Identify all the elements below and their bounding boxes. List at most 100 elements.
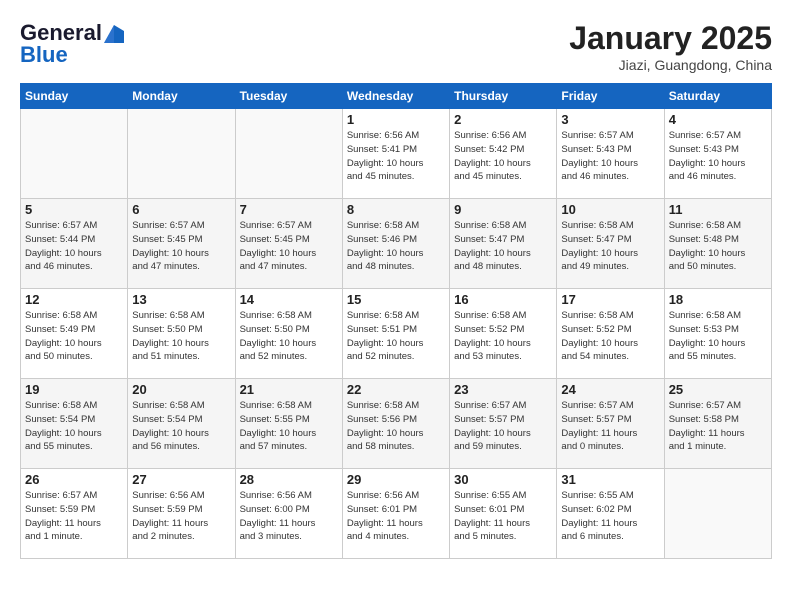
- day-info: Sunrise: 6:57 AM Sunset: 5:45 PM Dayligh…: [132, 219, 230, 274]
- day-number: 26: [25, 472, 123, 487]
- day-info: Sunrise: 6:56 AM Sunset: 5:59 PM Dayligh…: [132, 489, 230, 544]
- calendar-week-row: 19 Sunrise: 6:58 AM Sunset: 5:54 PM Dayli…: [21, 379, 772, 469]
- calendar-cell: 28Sunrise: 6:56 AM Sunset: 6:00 PM Dayli…: [235, 469, 342, 559]
- day-info: Sunrise: 6:56 AM Sunset: 5:41 PM Dayligh…: [347, 129, 445, 184]
- day-number: 4: [669, 112, 767, 127]
- day-number: 11: [669, 202, 767, 217]
- day-number: 25: [669, 382, 767, 397]
- calendar-cell: 17 Sunrise: 6:58 AM Sunset: 5:52 PM Dayli…: [557, 289, 664, 379]
- day-number: 12: [25, 292, 123, 307]
- day-info: Sunrise: 6:58 AM Sunset: 5:47 PM Dayligh…: [454, 219, 552, 274]
- day-info: Sunrise: 6:56 AM Sunset: 5:42 PM Dayligh…: [454, 129, 552, 184]
- day-number: 28: [240, 472, 338, 487]
- month-title: January 2025: [569, 20, 772, 57]
- day-number: 7: [240, 202, 338, 217]
- day-info: Sunrise: 6:55 AM Sunset: 6:02 PM Dayligh…: [561, 489, 659, 544]
- calendar-cell: 20 Sunrise: 6:58 AM Sunset: 5:54 PM Dayli…: [128, 379, 235, 469]
- day-info: Sunrise: 6:58 AM Sunset: 5:51 PM Dayligh…: [347, 309, 445, 364]
- day-info: Sunrise: 6:58 AM Sunset: 5:52 PM Dayligh…: [454, 309, 552, 364]
- day-number: 20: [132, 382, 230, 397]
- header-saturday: Saturday: [664, 84, 771, 109]
- day-info: Sunrise: 6:58 AM Sunset: 5:49 PM Dayligh…: [25, 309, 123, 364]
- day-number: 6: [132, 202, 230, 217]
- calendar-table: SundayMondayTuesdayWednesdayThursdayFrid…: [20, 83, 772, 559]
- calendar-cell: 14 Sunrise: 6:58 AM Sunset: 5:50 PM Dayli…: [235, 289, 342, 379]
- calendar-cell: [235, 109, 342, 199]
- day-number: 8: [347, 202, 445, 217]
- calendar-cell: 13Sunrise: 6:58 AM Sunset: 5:50 PM Dayli…: [128, 289, 235, 379]
- calendar-cell: 22 Sunrise: 6:58 AM Sunset: 5:56 PM Dayli…: [342, 379, 449, 469]
- calendar-cell: 26 Sunrise: 6:57 AM Sunset: 5:59 PM Dayli…: [21, 469, 128, 559]
- day-number: 19: [25, 382, 123, 397]
- calendar-week-row: 12 Sunrise: 6:58 AM Sunset: 5:49 PM Dayli…: [21, 289, 772, 379]
- day-info: Sunrise: 6:58 AM Sunset: 5:46 PM Dayligh…: [347, 219, 445, 274]
- day-info: Sunrise: 6:58 AM Sunset: 5:50 PM Dayligh…: [132, 309, 230, 364]
- calendar-cell: [21, 109, 128, 199]
- day-info: Sunrise: 6:57 AM Sunset: 5:43 PM Dayligh…: [669, 129, 767, 184]
- calendar-cell: 15 Sunrise: 6:58 AM Sunset: 5:51 PM Dayli…: [342, 289, 449, 379]
- logo-blue-text: Blue: [20, 42, 68, 68]
- day-info: Sunrise: 6:57 AM Sunset: 5:57 PM Dayligh…: [454, 399, 552, 454]
- calendar-header-row: SundayMondayTuesdayWednesdayThursdayFrid…: [21, 84, 772, 109]
- day-number: 15: [347, 292, 445, 307]
- calendar-cell: 27 Sunrise: 6:56 AM Sunset: 5:59 PM Dayli…: [128, 469, 235, 559]
- header-monday: Monday: [128, 84, 235, 109]
- day-info: Sunrise: 6:58 AM Sunset: 5:56 PM Dayligh…: [347, 399, 445, 454]
- logo-icon: [104, 25, 124, 43]
- day-number: 27: [132, 472, 230, 487]
- calendar-cell: 3Sunrise: 6:57 AM Sunset: 5:43 PM Daylig…: [557, 109, 664, 199]
- header-thursday: Thursday: [450, 84, 557, 109]
- day-info: Sunrise: 6:57 AM Sunset: 5:45 PM Dayligh…: [240, 219, 338, 274]
- calendar-cell: [664, 469, 771, 559]
- day-number: 22: [347, 382, 445, 397]
- day-number: 5: [25, 202, 123, 217]
- day-number: 31: [561, 472, 659, 487]
- calendar-cell: 1 Sunrise: 6:56 AM Sunset: 5:41 PM Daylig…: [342, 109, 449, 199]
- calendar-cell: 8 Sunrise: 6:58 AM Sunset: 5:46 PM Daylig…: [342, 199, 449, 289]
- day-info: Sunrise: 6:58 AM Sunset: 5:54 PM Dayligh…: [132, 399, 230, 454]
- day-info: Sunrise: 6:58 AM Sunset: 5:54 PM Dayligh…: [25, 399, 123, 454]
- day-info: Sunrise: 6:58 AM Sunset: 5:48 PM Dayligh…: [669, 219, 767, 274]
- calendar-cell: 5 Sunrise: 6:57 AM Sunset: 5:44 PM Daylig…: [21, 199, 128, 289]
- day-info: Sunrise: 6:56 AM Sunset: 6:01 PM Dayligh…: [347, 489, 445, 544]
- day-info: Sunrise: 6:57 AM Sunset: 5:44 PM Dayligh…: [25, 219, 123, 274]
- location-subtitle: Jiazi, Guangdong, China: [569, 57, 772, 73]
- calendar-cell: 18 Sunrise: 6:58 AM Sunset: 5:53 PM Dayli…: [664, 289, 771, 379]
- day-number: 17: [561, 292, 659, 307]
- page-header: General Blue January 2025 Jiazi, Guangdo…: [20, 20, 772, 73]
- day-number: 14: [240, 292, 338, 307]
- day-number: 23: [454, 382, 552, 397]
- day-info: Sunrise: 6:58 AM Sunset: 5:52 PM Dayligh…: [561, 309, 659, 364]
- calendar-cell: 2Sunrise: 6:56 AM Sunset: 5:42 PM Daylig…: [450, 109, 557, 199]
- calendar-cell: 9 Sunrise: 6:58 AM Sunset: 5:47 PM Daylig…: [450, 199, 557, 289]
- logo: General Blue: [20, 20, 124, 68]
- calendar-cell: 12 Sunrise: 6:58 AM Sunset: 5:49 PM Dayli…: [21, 289, 128, 379]
- calendar-cell: 19 Sunrise: 6:58 AM Sunset: 5:54 PM Dayli…: [21, 379, 128, 469]
- day-info: Sunrise: 6:58 AM Sunset: 5:53 PM Dayligh…: [669, 309, 767, 364]
- day-info: Sunrise: 6:57 AM Sunset: 5:59 PM Dayligh…: [25, 489, 123, 544]
- calendar-cell: 16 Sunrise: 6:58 AM Sunset: 5:52 PM Dayli…: [450, 289, 557, 379]
- calendar-cell: 29 Sunrise: 6:56 AM Sunset: 6:01 PM Dayli…: [342, 469, 449, 559]
- day-info: Sunrise: 6:58 AM Sunset: 5:55 PM Dayligh…: [240, 399, 338, 454]
- title-block: January 2025 Jiazi, Guangdong, China: [569, 20, 772, 73]
- day-number: 1: [347, 112, 445, 127]
- header-friday: Friday: [557, 84, 664, 109]
- calendar-cell: 31 Sunrise: 6:55 AM Sunset: 6:02 PM Dayli…: [557, 469, 664, 559]
- calendar-cell: 7 Sunrise: 6:57 AM Sunset: 5:45 PM Daylig…: [235, 199, 342, 289]
- day-number: 18: [669, 292, 767, 307]
- day-info: Sunrise: 6:58 AM Sunset: 5:50 PM Dayligh…: [240, 309, 338, 364]
- day-number: 3: [561, 112, 659, 127]
- day-number: 9: [454, 202, 552, 217]
- day-number: 16: [454, 292, 552, 307]
- day-number: 21: [240, 382, 338, 397]
- calendar-week-row: 5 Sunrise: 6:57 AM Sunset: 5:44 PM Daylig…: [21, 199, 772, 289]
- header-tuesday: Tuesday: [235, 84, 342, 109]
- day-number: 29: [347, 472, 445, 487]
- calendar-cell: 11 Sunrise: 6:58 AM Sunset: 5:48 PM Dayli…: [664, 199, 771, 289]
- day-info: Sunrise: 6:57 AM Sunset: 5:58 PM Dayligh…: [669, 399, 767, 454]
- header-sunday: Sunday: [21, 84, 128, 109]
- calendar-cell: 30Sunrise: 6:55 AM Sunset: 6:01 PM Dayli…: [450, 469, 557, 559]
- calendar-cell: 4 Sunrise: 6:57 AM Sunset: 5:43 PM Daylig…: [664, 109, 771, 199]
- calendar-cell: 23 Sunrise: 6:57 AM Sunset: 5:57 PM Dayli…: [450, 379, 557, 469]
- day-number: 30: [454, 472, 552, 487]
